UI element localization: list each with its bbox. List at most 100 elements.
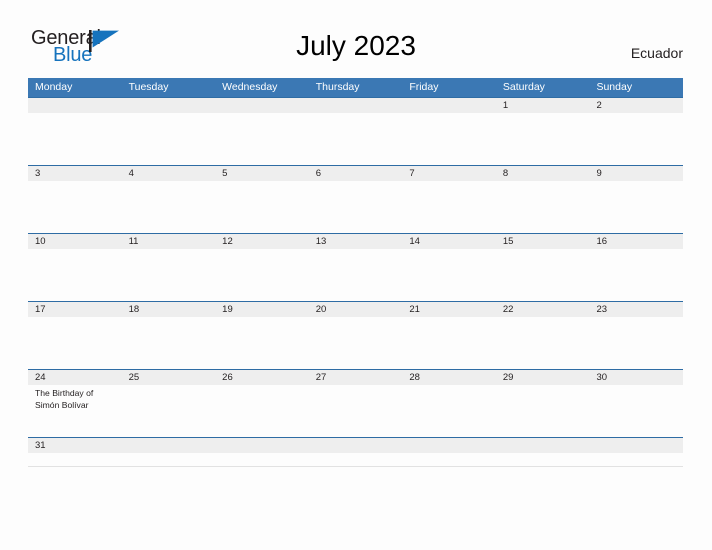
day-body [589,181,683,233]
day-number: 28 [402,370,496,385]
day-cell[interactable]: 9 [589,166,684,233]
day-cell[interactable]: 6 [308,166,403,233]
day-number: 22 [495,302,590,317]
day-cell[interactable]: 12 [215,234,309,301]
day-cell[interactable]: 26 [215,370,309,437]
day-number [589,438,684,453]
day-cell[interactable] [589,438,684,466]
day-cell[interactable] [28,98,122,165]
day-number: 14 [402,234,496,249]
day-cell[interactable]: 3 [28,166,122,233]
day-body [122,113,216,165]
day-number: 20 [308,302,403,317]
day-body [28,453,122,466]
day-body [28,317,122,369]
day-number: 29 [495,370,590,385]
week-row: 17 18 19 20 21 22 23 [28,301,684,369]
day-cell[interactable]: 4 [121,166,216,233]
day-number: 18 [121,302,216,317]
day-number: 31 [28,438,122,453]
day-header-wednesday: Wednesday [222,81,278,93]
day-cell[interactable] [402,438,496,466]
day-number: 10 [28,234,122,249]
day-number: 30 [589,370,684,385]
day-body [496,317,590,369]
day-cell[interactable] [308,438,403,466]
day-cell[interactable]: 14 [402,234,496,301]
day-body [402,317,496,369]
day-cell[interactable]: 11 [121,234,216,301]
day-cell[interactable] [215,438,309,466]
day-number [308,438,403,453]
day-body [215,181,309,233]
page-title: July 2023 [296,30,416,61]
day-cell[interactable]: 20 [308,302,403,369]
day-cell[interactable]: 15 [495,234,590,301]
day-cell[interactable]: 31 [28,438,122,466]
day-cell[interactable]: 25 [121,370,216,437]
day-body [122,181,216,233]
week-row: 31 [28,437,684,466]
day-number: 15 [495,234,590,249]
day-header-thursday: Thursday [315,81,360,93]
week-row: 24 The Birthday of Simón Bolívar 25 26 2… [28,369,684,437]
day-body [28,113,122,165]
day-number: 1 [495,98,590,113]
day-number: 12 [215,234,309,249]
day-number: 21 [402,302,496,317]
day-cell[interactable] [402,98,496,165]
day-cell[interactable]: 2 [589,98,684,165]
day-cell[interactable]: 23 [589,302,684,369]
day-cell[interactable]: 5 [215,166,309,233]
day-header-saturday: Saturday [502,81,545,93]
day-number: 9 [589,166,684,181]
calendar-bottom-border [28,466,683,467]
day-number [28,98,122,113]
day-cell[interactable] [121,438,216,466]
day-cell[interactable]: 29 [495,370,590,437]
day-cell[interactable]: 1 [495,98,590,165]
day-number: 2 [589,98,684,113]
day-number: 27 [308,370,403,385]
day-number: 19 [215,302,309,317]
day-body [215,249,309,301]
day-body [496,249,590,301]
day-cell[interactable]: 30 [589,370,684,437]
day-header-friday: Friday [409,81,439,93]
day-body [589,317,683,369]
day-body [589,249,683,301]
day-number: 13 [308,234,403,249]
day-number: 11 [121,234,216,249]
day-body [122,249,216,301]
day-cell[interactable]: 16 [589,234,684,301]
day-cell[interactable]: 19 [215,302,309,369]
day-cell[interactable]: 18 [121,302,216,369]
day-number [402,98,496,113]
day-cell[interactable]: 7 [402,166,496,233]
day-body [309,113,403,165]
day-cell[interactable] [121,98,216,165]
day-cell[interactable]: 24 The Birthday of Simón Bolívar [28,370,122,437]
day-cell[interactable]: 21 [402,302,496,369]
day-body [309,181,403,233]
day-body [309,453,403,466]
day-cell[interactable] [215,98,309,165]
day-number [402,438,496,453]
day-body [402,385,496,437]
day-cell[interactable]: 13 [308,234,403,301]
day-body [589,113,683,165]
day-cell[interactable]: 27 [308,370,403,437]
calendar-page: General Blue July 2023 Ecuador Monday Tu… [0,0,712,550]
day-cell[interactable] [495,438,590,466]
day-cell[interactable]: 22 [495,302,590,369]
day-cell[interactable] [308,98,403,165]
day-body [402,181,496,233]
day-body [28,249,122,301]
day-cell[interactable]: 17 [28,302,122,369]
day-cell[interactable]: 28 [402,370,496,437]
day-body [122,317,216,369]
day-cell[interactable]: 10 [28,234,122,301]
day-cell[interactable]: 8 [495,166,590,233]
day-header-monday: Monday [35,81,73,93]
day-number: 4 [121,166,216,181]
